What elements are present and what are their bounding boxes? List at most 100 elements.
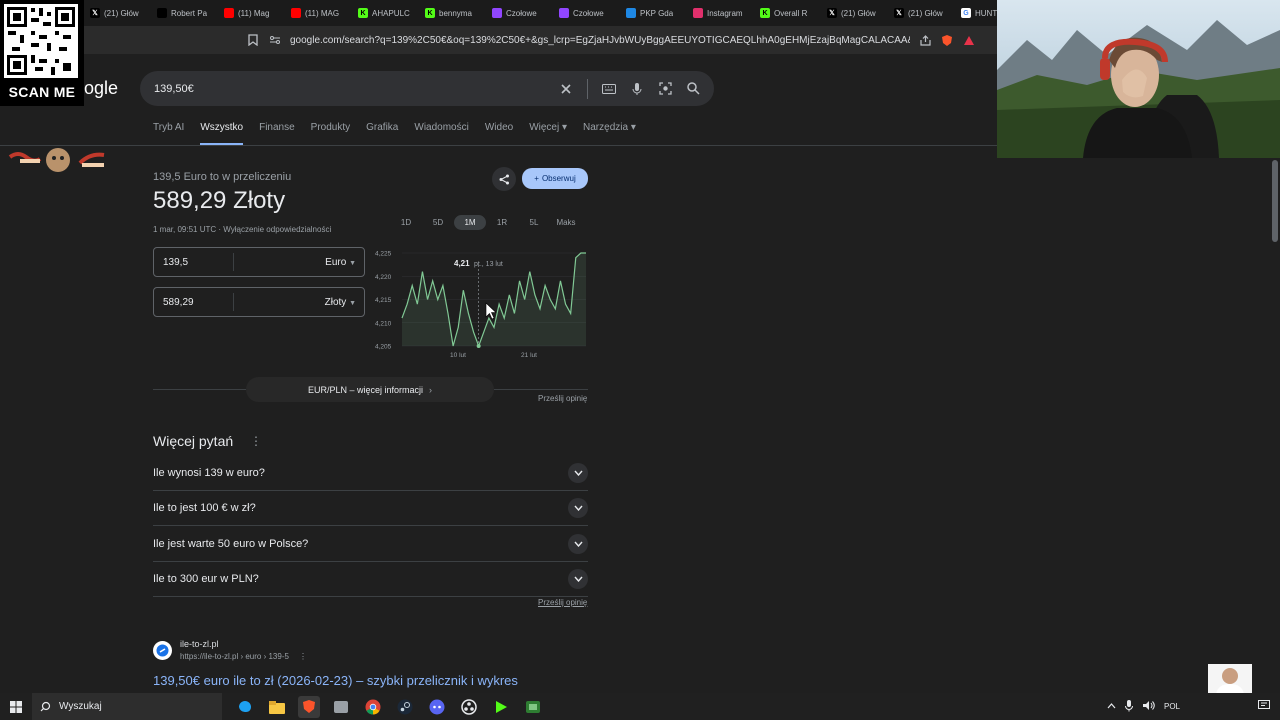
page-scrollbar[interactable]	[1270, 158, 1280, 686]
to-currency-field[interactable]: 589,29 Złoty ▼	[153, 287, 365, 317]
result-title-link[interactable]: 139,50€ euro ile to zł (2026-02-23) – sz…	[153, 673, 518, 688]
language-indicator[interactable]: POL	[1164, 702, 1180, 711]
scan-me-label: SCAN ME	[8, 84, 76, 100]
lens-icon[interactable]	[658, 82, 672, 96]
notifications-icon[interactable]	[1258, 700, 1270, 713]
tab-wiadomo-ci[interactable]: Wiadomości	[414, 122, 468, 146]
more-info-label: EUR/PLN – więcej informacji	[307, 384, 424, 395]
range-1d[interactable]: 1D	[390, 215, 422, 230]
chrome-icon[interactable]	[362, 696, 384, 718]
scrollbar-thumb[interactable]	[1272, 160, 1278, 242]
browser-tab[interactable]: K Overall R	[754, 0, 821, 26]
from-currency-select[interactable]: Euro ▼	[234, 257, 364, 268]
share-button[interactable]	[492, 167, 516, 191]
browser-tab[interactable]: GHUNTSM	[955, 0, 1000, 26]
browser-tab[interactable]: PKP Gda	[620, 0, 687, 26]
search-icon[interactable]	[686, 82, 700, 96]
tab-finanse[interactable]: Finanse	[259, 122, 295, 146]
paa-question[interactable]: Ile jest warte 50 euro w Polsce?	[153, 527, 588, 562]
chevron-down-icon[interactable]	[568, 568, 588, 589]
browser-tab[interactable]: K AHAPULC	[352, 0, 419, 26]
chart-tooltip-value: 4,21	[454, 259, 470, 268]
bookmark-icon[interactable]	[246, 33, 260, 47]
clear-icon[interactable]	[559, 82, 573, 96]
browser-tab[interactable]: Czołowe	[553, 0, 620, 26]
site-settings-icon[interactable]	[268, 33, 282, 47]
browser-toolbar: google.com/search?q=139%2C50€&oq=139%2C5…	[0, 26, 1000, 54]
browser-tab-label: (21) Głów	[908, 8, 943, 18]
brave-browser-icon[interactable]	[298, 695, 320, 718]
paa-question[interactable]: Ile to 300 eur w PLN?	[153, 562, 588, 597]
browser-tab[interactable]: Robert Pa	[151, 0, 218, 26]
microphone-tray-icon[interactable]	[1124, 699, 1133, 714]
from-amount-input[interactable]: 139,5	[154, 253, 234, 271]
steam-icon[interactable]	[394, 696, 416, 718]
taskbar-search[interactable]: Wyszukaj	[32, 693, 222, 720]
file-explorer-icon[interactable]	[266, 696, 288, 718]
taskbar-apps	[222, 695, 544, 718]
browser-tab[interactable]: 𝕏 (21) Głów	[821, 0, 888, 26]
range-1r[interactable]: 1R	[486, 215, 518, 230]
tab-wideo[interactable]: Wideo	[485, 122, 513, 146]
tab-tryb-ai[interactable]: Tryb AI	[153, 122, 184, 146]
microphone-icon[interactable]	[630, 82, 644, 96]
chevron-down-icon[interactable]	[568, 498, 588, 519]
twitch-icon	[559, 8, 569, 18]
browser-tab[interactable]: (11) Mag	[218, 0, 285, 26]
tab-wi-cej[interactable]: Więcej ▾	[529, 122, 567, 146]
start-button[interactable]	[0, 693, 32, 720]
exchange-rate-chart[interactable]: 4,225 4,220 4,215 4,210 4,205 4,21 pt., 13 lut…	[370, 245, 590, 365]
streamer-bot-icon[interactable]	[522, 696, 544, 718]
address-bar[interactable]: google.com/search?q=139%2C50€&oq=139%2C5…	[240, 29, 985, 51]
y-tick-label: 4,215	[375, 297, 392, 304]
result-url[interactable]: https://ile-to-zl.pl › euro › 139-5	[180, 652, 289, 661]
speaker-icon[interactable]	[1142, 700, 1155, 713]
kick-studio-icon[interactable]	[490, 696, 512, 718]
result-menu-icon[interactable]: ⋮	[299, 652, 307, 661]
to-amount-input[interactable]: 589,29	[154, 293, 234, 311]
paa-feedback-link[interactable]: Prześlij opinię	[538, 598, 587, 607]
browser-tab-strip: 𝕏 (21) Głów Robert Pa (11) Mag (11) MAG K AHAP…	[0, 0, 1000, 26]
range-5d[interactable]: 5D	[422, 215, 454, 230]
conversion-timestamp: 1 mar, 09:51 UTC · Wyłączenie odpowiedzi…	[153, 225, 332, 234]
search-query[interactable]: 139,50€	[154, 83, 559, 95]
chevron-down-icon[interactable]	[568, 463, 588, 483]
divider-left	[153, 389, 246, 390]
task-view-icon[interactable]	[234, 696, 256, 718]
tab-narz-dzia[interactable]: Narzędzia ▾	[583, 122, 636, 146]
twitch-icon	[492, 8, 502, 18]
browser-tab[interactable]: 𝕏 (21) Głów	[888, 0, 955, 26]
brave-shield-icon[interactable]	[940, 33, 954, 47]
more-info-button[interactable]: EUR/PLN – więcej informacji ›	[246, 377, 494, 402]
range-maks[interactable]: Maks	[550, 215, 582, 230]
keyboard-icon[interactable]	[602, 82, 616, 96]
browser-tab[interactable]: Instagram	[687, 0, 754, 26]
browser-tab[interactable]: Czołowe	[486, 0, 553, 26]
url-text[interactable]: google.com/search?q=139%2C50€&oq=139%2C5…	[290, 35, 910, 46]
from-currency-field[interactable]: 139,5 Euro ▼	[153, 247, 365, 277]
more-options-icon[interactable]: ⋮	[250, 434, 262, 448]
browser-tab[interactable]: (11) MAG	[285, 0, 352, 26]
tab-grafika[interactable]: Grafika	[366, 122, 398, 146]
paa-question[interactable]: Ile wynosi 139 w euro?	[153, 456, 588, 491]
follow-button[interactable]: + Obserwuj	[522, 168, 588, 189]
search-box[interactable]: 139,50€	[140, 71, 714, 106]
obs-icon[interactable]	[458, 696, 480, 718]
chevron-down-icon[interactable]	[568, 533, 588, 554]
share-page-icon[interactable]	[918, 33, 932, 47]
brave-rewards-icon[interactable]	[962, 33, 976, 47]
paa-question[interactable]: Ile to jest 100 € w zł?	[153, 491, 588, 527]
tab-produkty[interactable]: Produkty	[311, 122, 350, 146]
tray-chevron-icon[interactable]	[1107, 702, 1116, 711]
converter-feedback-link[interactable]: Prześlij opinię	[538, 394, 587, 403]
range-5l[interactable]: 5L	[518, 215, 550, 230]
tab-wszystko[interactable]: Wszystko	[200, 122, 244, 146]
range-1m[interactable]: 1M	[454, 215, 486, 230]
discord-icon[interactable]	[426, 696, 448, 718]
to-currency-select[interactable]: Złoty ▼	[234, 297, 364, 308]
app-icon[interactable]	[330, 696, 352, 718]
browser-tab[interactable]: Kbennyma	[419, 0, 486, 26]
result-site-name[interactable]: ile-to-zl.pl	[180, 639, 219, 649]
browser-tab[interactable]: 𝕏 (21) Głów	[84, 0, 151, 26]
google-icon: G	[961, 8, 971, 18]
